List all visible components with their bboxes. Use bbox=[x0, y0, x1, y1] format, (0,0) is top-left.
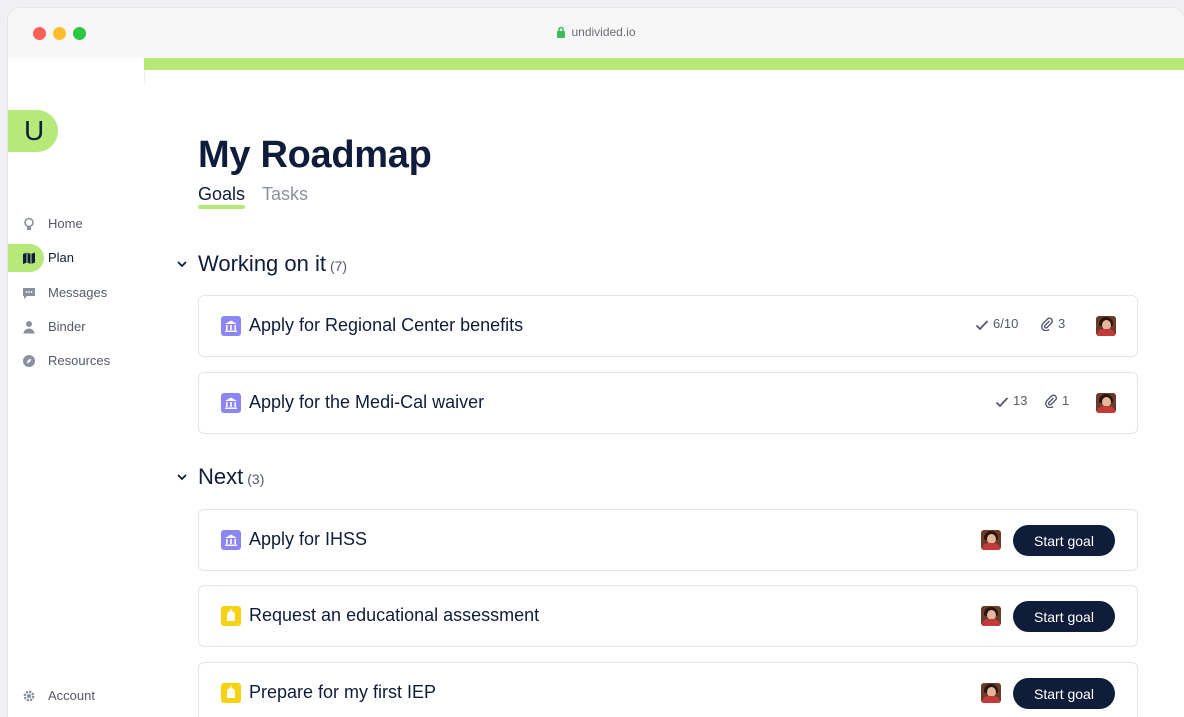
goal-card[interactable]: Prepare for my first IEP Start goal bbox=[198, 662, 1138, 717]
sidebar-item-plan[interactable]: Plan bbox=[8, 244, 144, 272]
goal-title: Apply for the Medi-Cal waiver bbox=[249, 392, 485, 412]
goal-title: Apply for IHSS bbox=[249, 529, 368, 549]
section-header-next[interactable]: Next (3) bbox=[176, 461, 264, 490]
address-bar[interactable]: undivided.io bbox=[8, 25, 1184, 41]
sidebar: U Home Plan Messages Binder Resources Ac… bbox=[8, 58, 145, 717]
active-tab-underline bbox=[198, 205, 246, 209]
goal-card[interactable]: Apply for the Medi-Cal waiver 13 1 bbox=[198, 372, 1138, 434]
app-logo[interactable]: U bbox=[8, 110, 58, 152]
goal-card[interactable]: Request an educational assessment Start … bbox=[198, 585, 1138, 647]
lightbulb-icon bbox=[22, 217, 36, 231]
section-count: (3) bbox=[247, 471, 265, 487]
section-title: Next bbox=[198, 464, 244, 489]
start-goal-button[interactable]: Start goal bbox=[1013, 601, 1115, 632]
url-text: undivided.io bbox=[571, 25, 636, 39]
accent-bar bbox=[144, 58, 1184, 70]
bank-icon bbox=[221, 393, 241, 413]
tab-goals[interactable]: Goals bbox=[198, 184, 246, 209]
section-title: Working on it bbox=[198, 251, 326, 276]
avatar bbox=[981, 606, 1001, 626]
goal-title: Prepare for my first IEP bbox=[249, 682, 437, 702]
tab-label: Tasks bbox=[262, 184, 309, 204]
goal-title: Apply for Regional Center benefits bbox=[249, 315, 524, 335]
sidebar-item-label: Resources bbox=[48, 353, 111, 368]
sidebar-item-label: Binder bbox=[48, 319, 86, 334]
chevron-down-icon bbox=[176, 461, 190, 487]
start-goal-button[interactable]: Start goal bbox=[1013, 678, 1115, 709]
sidebar-item-messages[interactable]: Messages bbox=[8, 279, 144, 307]
section-header-working-on-it[interactable]: Working on it (7) bbox=[176, 248, 347, 277]
avatar bbox=[1096, 393, 1116, 413]
browser-titlebar: undivided.io bbox=[8, 8, 1184, 58]
goal-card[interactable]: Apply for Regional Center benefits 6/10 … bbox=[198, 295, 1138, 357]
map-icon bbox=[22, 251, 36, 265]
sidebar-item-binder[interactable]: Binder bbox=[8, 313, 144, 341]
attachment-count: 1 bbox=[1062, 393, 1070, 408]
sidebar-item-label: Home bbox=[48, 216, 83, 231]
sidebar-item-label: Account bbox=[48, 688, 95, 703]
chat-icon bbox=[22, 286, 36, 300]
start-goal-button[interactable]: Start goal bbox=[1013, 525, 1115, 556]
avatar bbox=[981, 683, 1001, 703]
checkmark-icon bbox=[995, 397, 1009, 408]
checkmark-icon bbox=[975, 320, 989, 331]
sidebar-item-account[interactable]: Account bbox=[8, 682, 144, 710]
school-icon bbox=[221, 606, 241, 626]
tab-label: Goals bbox=[198, 184, 246, 204]
task-progress: 6/10 bbox=[975, 316, 1018, 331]
task-count: 6/10 bbox=[993, 316, 1019, 331]
paperclip-icon bbox=[1041, 317, 1054, 332]
main-content: My Roadmap Goals Tasks Working on it (7) … bbox=[144, 70, 1184, 717]
attachment-count: 3 bbox=[1058, 316, 1066, 331]
task-progress: 13 bbox=[995, 393, 1027, 408]
sidebar-item-label: Messages bbox=[48, 285, 108, 300]
goal-card[interactable]: Apply for IHSS Start goal bbox=[198, 509, 1138, 571]
attachment-info: 3 bbox=[1040, 316, 1066, 332]
section-count: (7) bbox=[329, 258, 348, 274]
sidebar-item-label: Plan bbox=[48, 250, 75, 265]
lock-icon bbox=[556, 26, 566, 41]
page-title: My Roadmap bbox=[198, 134, 432, 176]
goal-title: Request an educational assessment bbox=[249, 605, 540, 625]
tab-tasks[interactable]: Tasks bbox=[262, 184, 308, 205]
bank-icon bbox=[221, 316, 241, 336]
avatar bbox=[1096, 316, 1116, 336]
task-count: 13 bbox=[1013, 393, 1028, 408]
person-icon bbox=[22, 320, 36, 334]
attachment-info: 1 bbox=[1044, 393, 1070, 409]
paperclip-icon bbox=[1045, 394, 1058, 409]
bank-icon bbox=[221, 530, 241, 550]
sidebar-item-resources[interactable]: Resources bbox=[8, 347, 144, 375]
gear-icon bbox=[22, 689, 36, 703]
compass-icon bbox=[22, 354, 36, 368]
school-icon bbox=[221, 683, 241, 703]
browser-window: undivided.io U Home Plan Messages Binder… bbox=[8, 8, 1184, 717]
chevron-down-icon bbox=[176, 248, 190, 274]
avatar bbox=[981, 530, 1001, 550]
sidebar-item-home[interactable]: Home bbox=[8, 210, 144, 238]
